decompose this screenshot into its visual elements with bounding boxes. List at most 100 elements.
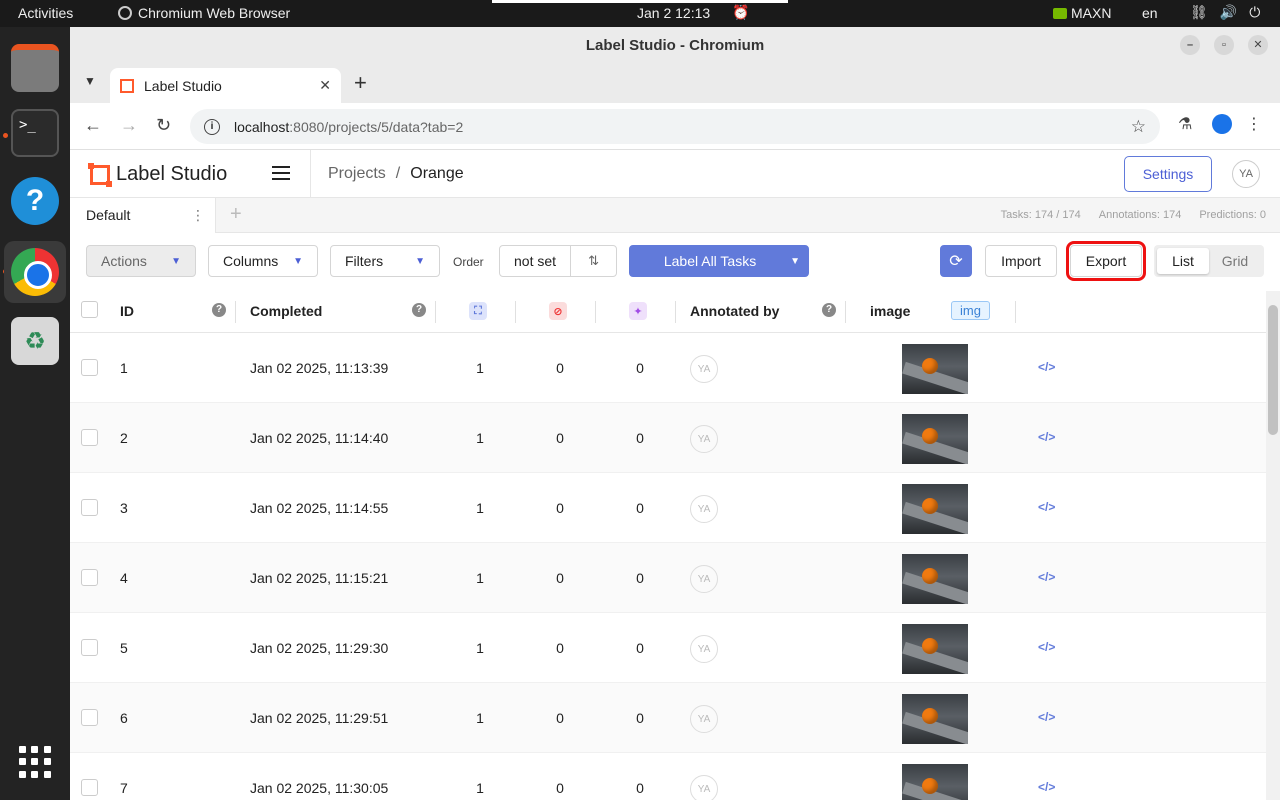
table-row[interactable]: 1 Jan 02 2025, 11:13:39 1 0 0 YA </> <box>70 333 1266 403</box>
source-code-icon[interactable]: </> <box>1038 500 1055 514</box>
system-tray[interactable]: ⛓ 🔊 ⏻ <box>1190 4 1260 21</box>
source-code-icon[interactable]: </> <box>1038 570 1055 584</box>
label-all-tasks-button[interactable]: Label All Tasks ▼ <box>629 245 809 277</box>
order-value[interactable]: not set <box>500 246 572 276</box>
files-app-icon[interactable] <box>11 44 59 92</box>
row-checkbox[interactable] <box>81 359 98 376</box>
new-tab-icon[interactable]: + <box>354 70 367 96</box>
maximize-icon[interactable]: ▫ <box>1214 35 1234 55</box>
chevron-down-icon[interactable]: ▼ <box>790 256 800 267</box>
help-app-icon[interactable]: ? <box>11 177 59 225</box>
settings-button[interactable]: Settings <box>1124 156 1212 192</box>
browser-menu-icon[interactable]: ⋮ <box>1246 114 1262 134</box>
hamburger-menu-icon[interactable] <box>272 166 290 180</box>
actions-label: Actions <box>101 253 147 269</box>
annotator-avatar: YA <box>690 705 718 733</box>
table-scrollbar[interactable] <box>1266 291 1280 800</box>
profile-icon[interactable] <box>1212 114 1232 139</box>
table-row[interactable]: 4 Jan 02 2025, 11:15:21 1 0 0 YA </> <box>70 543 1266 613</box>
user-avatar[interactable]: YA <box>1232 160 1260 188</box>
import-button[interactable]: Import <box>985 245 1057 277</box>
app-logo[interactable]: Label Studio <box>88 162 227 187</box>
column-id[interactable]: ID <box>120 303 134 319</box>
back-icon[interactable]: ← <box>84 115 102 136</box>
trash-icon[interactable]: ♻ <box>11 317 59 365</box>
active-app-menu[interactable]: Chromium Web Browser <box>118 5 290 21</box>
label-studio-favicon-icon <box>120 78 134 93</box>
source-code-icon[interactable]: </> <box>1038 710 1055 724</box>
image-thumbnail[interactable] <box>902 554 968 604</box>
tab-default-view[interactable]: Default ⋮ <box>70 198 216 233</box>
address-bar[interactable]: i localhost:8080/projects/5/data?tab=2 ☆ <box>190 109 1160 144</box>
table-row[interactable]: 5 Jan 02 2025, 11:29:30 1 0 0 YA </> <box>70 613 1266 683</box>
row-checkbox[interactable] <box>81 709 98 726</box>
column-separator <box>675 301 676 323</box>
labs-flask-icon[interactable]: ⚗ <box>1178 114 1192 134</box>
column-annotated-by[interactable]: Annotated by <box>690 303 779 319</box>
reload-icon[interactable]: ↻ <box>156 115 171 136</box>
completed-at: Jan 02 2025, 11:29:30 <box>250 640 389 656</box>
browser-tab[interactable]: Label Studio ✕ <box>110 68 341 103</box>
row-checkbox[interactable] <box>81 779 98 796</box>
activities-button[interactable]: Activities <box>18 5 73 21</box>
minimize-icon[interactable]: – <box>1180 35 1200 55</box>
actions-dropdown[interactable]: Actions ▼ <box>86 245 196 277</box>
source-code-icon[interactable]: </> <box>1038 430 1055 444</box>
image-thumbnail[interactable] <box>902 484 968 534</box>
image-thumbnail[interactable] <box>902 624 968 674</box>
forward-icon[interactable]: → <box>120 115 138 136</box>
window-title: Label Studio - Chromium <box>585 37 765 54</box>
annotations-count-icon[interactable]: ⛶ <box>469 302 487 320</box>
column-image[interactable]: image <box>870 303 910 319</box>
filters-dropdown[interactable]: Filters ▼ <box>330 245 440 277</box>
source-code-icon[interactable]: </> <box>1038 780 1055 794</box>
help-icon[interactable]: ? <box>822 303 836 317</box>
columns-dropdown[interactable]: Columns ▼ <box>208 245 318 277</box>
site-info-icon[interactable]: i <box>204 118 220 135</box>
export-button[interactable]: Export <box>1066 241 1146 281</box>
nvidia-power-mode[interactable]: MAXN <box>1053 5 1111 21</box>
scrollbar-thumb[interactable] <box>1268 305 1278 435</box>
image-thumbnail[interactable] <box>902 344 968 394</box>
sort-direction-icon[interactable]: ⇅ <box>571 253 616 269</box>
chromium-dock-icon[interactable] <box>4 241 66 303</box>
image-thumbnail[interactable] <box>902 694 968 744</box>
list-view-button[interactable]: List <box>1157 248 1209 274</box>
predictions-count-icon[interactable]: ✦ <box>629 302 647 320</box>
table-row[interactable]: 6 Jan 02 2025, 11:29:51 1 0 0 YA </> <box>70 683 1266 753</box>
help-icon[interactable]: ? <box>212 303 226 317</box>
source-code-icon[interactable]: </> <box>1038 360 1055 374</box>
show-apps-icon[interactable] <box>19 746 51 778</box>
row-checkbox[interactable] <box>81 499 98 516</box>
order-select[interactable]: not set ⇅ <box>499 245 617 277</box>
input-language[interactable]: en <box>1142 5 1158 21</box>
breadcrumb-projects[interactable]: Projects <box>328 165 386 182</box>
image-thumbnail[interactable] <box>902 414 968 464</box>
table-row[interactable]: 3 Jan 02 2025, 11:14:55 1 0 0 YA </> <box>70 473 1266 543</box>
image-thumbnail[interactable] <box>902 764 968 800</box>
close-window-icon[interactable]: ✕ <box>1248 35 1268 55</box>
refresh-icon[interactable]: ⟳ <box>940 245 972 277</box>
table-row[interactable]: 7 Jan 02 2025, 11:30:05 1 0 0 YA </> <box>70 753 1266 800</box>
terminal-app-icon[interactable]: >_ <box>11 109 59 157</box>
help-icon[interactable]: ? <box>412 303 426 317</box>
grid-view-button[interactable]: Grid <box>1209 248 1261 274</box>
bookmark-star-icon[interactable]: ☆ <box>1131 117 1146 137</box>
clock[interactable]: Jan 2 12:13 <box>637 5 710 21</box>
table-row[interactable]: 2 Jan 02 2025, 11:14:40 1 0 0 YA </> <box>70 403 1266 473</box>
row-checkbox[interactable] <box>81 639 98 656</box>
view-options-icon[interactable]: ⋮ <box>191 207 205 224</box>
cancelled-count: 0 <box>556 780 564 796</box>
row-checkbox[interactable] <box>81 429 98 446</box>
tab-search-chevron-icon[interactable]: ▼ <box>84 74 96 88</box>
column-completed[interactable]: Completed <box>250 303 322 319</box>
row-checkbox[interactable] <box>81 569 98 586</box>
add-view-icon[interactable]: + <box>230 203 242 226</box>
column-separator <box>595 301 596 323</box>
cancelled-count-icon[interactable]: ⊘ <box>549 302 567 320</box>
select-all-checkbox[interactable] <box>81 301 98 318</box>
source-code-icon[interactable]: </> <box>1038 640 1055 654</box>
close-tab-icon[interactable]: ✕ <box>319 77 331 94</box>
predictions-count: 0 <box>636 780 644 796</box>
breadcrumb-current-project[interactable]: Orange <box>410 165 463 182</box>
